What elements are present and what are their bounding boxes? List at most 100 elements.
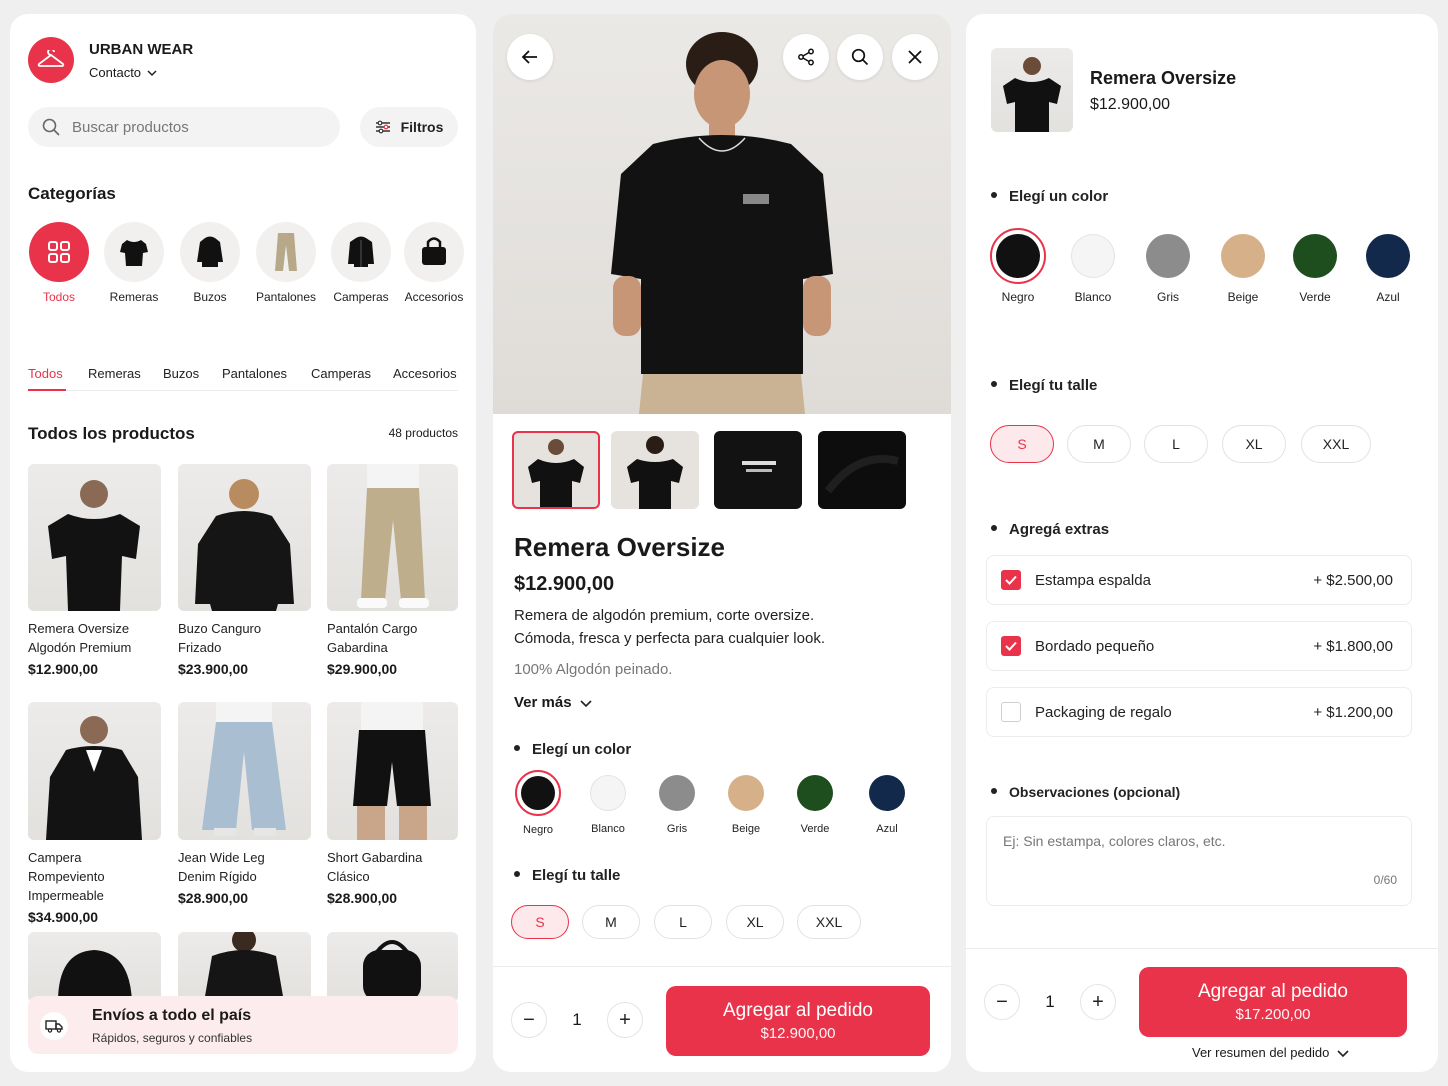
quantity-decrease-button[interactable]: − <box>511 1002 547 1038</box>
search-bar[interactable] <box>28 107 340 147</box>
color-swatch <box>659 775 695 811</box>
tab-todos[interactable]: Todos <box>28 366 63 381</box>
color-option-gris[interactable]: Gris <box>1138 234 1198 304</box>
search-input[interactable] <box>72 118 312 136</box>
color-option-azul[interactable]: Azul <box>1358 234 1418 304</box>
size-option-s[interactable]: S <box>511 905 569 939</box>
share-button[interactable] <box>783 34 829 80</box>
shipping-icon-wrap <box>40 1012 68 1040</box>
extra-option-bordado[interactable]: Bordado pequeño + $1.800,00 <box>986 621 1412 671</box>
products-count: 48 productos <box>388 426 458 440</box>
color-label: Verde <box>800 823 830 835</box>
back-button[interactable] <box>507 34 553 80</box>
quantity-increase-button[interactable]: + <box>607 1002 643 1038</box>
category-todos[interactable]: Todos <box>24 222 94 304</box>
product-price: $12.900,00 <box>28 661 99 677</box>
size-option-xxl[interactable]: XXL <box>797 905 861 939</box>
color-option-blanco[interactable]: Blanco <box>583 774 633 835</box>
see-more-label: Ver más <box>514 694 572 711</box>
tab-camperas[interactable]: Camperas <box>311 366 371 381</box>
color-option-verde[interactable]: Verde <box>1285 234 1345 304</box>
add-to-order-button[interactable]: Agregar al pedido $12.900,00 <box>666 986 930 1056</box>
category-buzos[interactable]: Buzos <box>175 222 245 304</box>
product-card[interactable]: Buzo Canguro Frizado $23.900,00 <box>178 464 311 677</box>
category-circle <box>29 222 89 282</box>
order-summary-link[interactable]: Ver resumen del pedido <box>1192 1045 1349 1060</box>
color-option-beige[interactable]: Beige <box>721 774 771 835</box>
category-camperas[interactable]: Camperas <box>326 222 396 304</box>
checkbox-unchecked[interactable] <box>1001 702 1021 722</box>
color-label: Gris <box>1157 290 1179 304</box>
product-card[interactable]: Remera Oversize Algodón Premium $12.900,… <box>28 464 161 677</box>
thumbnail-3[interactable] <box>714 431 802 509</box>
quantity-decrease-button[interactable]: − <box>984 984 1020 1020</box>
size-option-xl[interactable]: XL <box>726 905 784 939</box>
color-option-verde[interactable]: Verde <box>790 774 840 835</box>
notes-textarea[interactable]: Ej: Sin estampa, colores claros, etc. 0/… <box>986 816 1412 906</box>
footer-divider <box>493 966 951 967</box>
product-image[interactable] <box>327 932 458 1002</box>
chevron-down-icon <box>147 69 157 76</box>
color-option-blanco[interactable]: Blanco <box>1063 234 1123 304</box>
thumbnail-1[interactable] <box>512 431 600 509</box>
color-option-negro[interactable]: Negro <box>988 228 1048 304</box>
color-option-azul[interactable]: Azul <box>862 774 912 835</box>
extra-option-packaging[interactable]: Packaging de regalo + $1.200,00 <box>986 687 1412 737</box>
color-option-gris[interactable]: Gris <box>652 774 702 835</box>
hero-image <box>493 14 951 414</box>
checkbox-checked[interactable] <box>1001 570 1021 590</box>
category-pantalones[interactable]: Pantalones <box>251 222 321 304</box>
product-detail-panel: Remera Oversize $12.900,00 Remera de alg… <box>493 14 951 1072</box>
category-remeras[interactable]: Remeras <box>99 222 169 304</box>
config-product-price: $12.900,00 <box>1090 96 1171 113</box>
filters-button[interactable]: Filtros <box>360 107 458 147</box>
color-option-beige[interactable]: Beige <box>1213 234 1273 304</box>
tab-accesorios[interactable]: Accesorios <box>393 366 457 381</box>
product-name-line1: Pantalón Cargo <box>327 621 418 636</box>
jeans-photo-icon <box>202 702 286 836</box>
size-option-xxl[interactable]: XXL <box>1301 425 1371 463</box>
product-image[interactable] <box>178 932 311 1002</box>
size-option-m[interactable]: M <box>1067 425 1131 463</box>
add-to-order-button[interactable]: Agregar al pedido $17.200,00 <box>1139 967 1407 1037</box>
product-image[interactable] <box>28 932 161 1002</box>
tab-pantalones[interactable]: Pantalones <box>222 366 287 381</box>
store-logo[interactable] <box>28 37 74 83</box>
product-card[interactable]: Campera Rompeviento Impermeable $34.900,… <box>28 702 161 925</box>
hanger-icon <box>37 50 65 67</box>
product-card[interactable]: Short Gabardina Clásico $28.900,00 <box>327 702 458 906</box>
color-swatch <box>869 775 905 811</box>
model-photo-icon <box>611 32 833 414</box>
tab-buzos[interactable]: Buzos <box>163 366 199 381</box>
color-option-negro[interactable]: Negro <box>513 770 563 836</box>
see-more-link[interactable]: Ver más <box>514 694 592 711</box>
truck-icon <box>45 1020 63 1033</box>
quantity-increase-button[interactable]: + <box>1080 984 1116 1020</box>
zoom-button[interactable] <box>837 34 883 80</box>
arrow-left-icon <box>521 50 537 64</box>
extra-option-estampa[interactable]: Estampa espalda + $2.500,00 <box>986 555 1412 605</box>
product-price: $23.900,00 <box>178 661 249 677</box>
checkbox-checked[interactable] <box>1001 636 1021 656</box>
product-image <box>28 702 161 840</box>
color-label: Azul <box>1376 290 1400 304</box>
product-card[interactable]: Pantalón Cargo Gabardina $29.900,00 <box>327 464 458 677</box>
size-option-xl[interactable]: XL <box>1222 425 1286 463</box>
contact-dropdown[interactable]: Contacto <box>89 65 157 80</box>
thumbnail-4[interactable] <box>818 431 906 509</box>
color-swatch <box>521 776 555 810</box>
thumbnail-2[interactable] <box>611 431 699 509</box>
size-option-l[interactable]: L <box>1144 425 1208 463</box>
size-option-m[interactable]: M <box>582 905 640 939</box>
product-card[interactable]: Jean Wide Leg Denim Rígido $28.900,00 <box>178 702 311 906</box>
product-name-line2: Clásico <box>327 869 370 884</box>
filters-label: Filtros <box>400 119 444 135</box>
category-accesorios[interactable]: Accesorios <box>402 222 466 304</box>
tshirt-photo-icon <box>1003 57 1061 132</box>
order-summary-label: Ver resumen del pedido <box>1192 1045 1330 1060</box>
tab-remeras[interactable]: Remeras <box>88 366 141 381</box>
size-option-s[interactable]: S <box>990 425 1054 463</box>
notes-placeholder: Ej: Sin estampa, colores claros, etc. <box>1003 833 1226 849</box>
size-option-l[interactable]: L <box>654 905 712 939</box>
close-button[interactable] <box>892 34 938 80</box>
